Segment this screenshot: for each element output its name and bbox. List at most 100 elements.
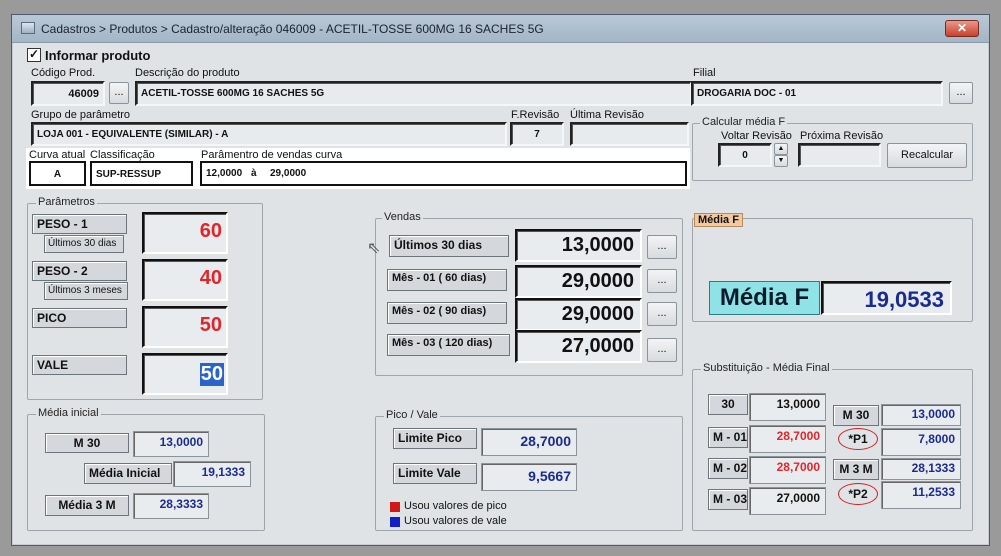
media-f-title: Média F bbox=[694, 213, 743, 227]
descricao-field[interactable]: ACETIL-TOSSE 600MG 16 SACHES 5G bbox=[135, 81, 692, 106]
spin-down-button[interactable]: ▼ bbox=[774, 155, 788, 167]
recalcular-button[interactable]: Recalcular bbox=[887, 143, 967, 168]
sub-right-value[interactable]: 7,8000 bbox=[881, 428, 961, 456]
m30-label: M 30 bbox=[45, 433, 129, 453]
media-f-label: Média F bbox=[709, 281, 820, 315]
peso1-sub: Últimos 30 dias bbox=[44, 235, 124, 253]
limite-vale-value[interactable]: 9,5667 bbox=[481, 463, 577, 491]
codigo-label: Código Prod. bbox=[31, 67, 96, 79]
media-f-value[interactable]: 19,0533 bbox=[821, 281, 952, 315]
sub-left-label: M - 02 bbox=[708, 458, 748, 479]
pico-label: PICO bbox=[32, 308, 127, 328]
close-button[interactable]: ✕ bbox=[945, 20, 979, 37]
frevisao-label: F.Revisão bbox=[511, 109, 560, 121]
media-inicial-title: Média inicial bbox=[36, 407, 101, 419]
sub-right-value[interactable]: 11,2533 bbox=[881, 481, 961, 509]
title-bar[interactable]: Cadastros > Produtos > Cadastro/alteraçã… bbox=[12, 15, 989, 43]
vendas-row-value[interactable]: 13,0000 bbox=[515, 229, 642, 262]
sub-left-value[interactable]: 28,7000 bbox=[749, 425, 826, 453]
pico-value[interactable]: 50 bbox=[142, 306, 228, 348]
ultima-revisao-field[interactable] bbox=[570, 122, 689, 146]
limite-vale-label: Limite Vale bbox=[393, 463, 477, 484]
m30-value[interactable]: 13,0000 bbox=[133, 431, 209, 457]
vale-value[interactable]: 50 bbox=[199, 363, 224, 386]
vale-legend-label: Usou valores de vale bbox=[404, 515, 507, 527]
classificacao-field[interactable]: SUP-RESSUP bbox=[90, 161, 193, 186]
descricao-label: Descrição do produto bbox=[135, 67, 240, 79]
filial-field[interactable]: DROGARIA DOC - 01 bbox=[691, 81, 943, 106]
vendas-title: Vendas bbox=[382, 211, 423, 223]
peso2-label: PESO - 2 bbox=[32, 261, 127, 281]
filial-lookup-button[interactable]: ... bbox=[949, 82, 973, 104]
app-icon bbox=[21, 22, 35, 34]
sub-left-value[interactable]: 13,0000 bbox=[749, 393, 826, 421]
main-window: Cadastros > Produtos > Cadastro/alteraçã… bbox=[11, 14, 990, 546]
media3m-value[interactable]: 28,3333 bbox=[133, 493, 209, 519]
vendas-row-label: Mês - 03 ( 120 dias) bbox=[387, 334, 510, 356]
cursor-icon: ⇖ bbox=[367, 240, 381, 257]
proxima-revisao-field[interactable] bbox=[798, 143, 881, 167]
pico-legend-swatch bbox=[390, 502, 400, 512]
calcular-media-title: Calcular média F bbox=[700, 116, 788, 128]
vendas-row-value[interactable]: 29,0000 bbox=[515, 298, 642, 331]
curva-atual-field[interactable]: A bbox=[29, 161, 86, 186]
frevisao-field[interactable]: 7 bbox=[510, 122, 564, 146]
sub-right-label: M 30 bbox=[833, 405, 879, 426]
peso1-label: PESO - 1 bbox=[32, 214, 127, 234]
sub-left-label: 30 bbox=[708, 394, 748, 415]
vendas-row-button[interactable]: ... bbox=[647, 338, 677, 362]
vendas-row-value[interactable]: 27,0000 bbox=[515, 330, 642, 363]
vale-label: VALE bbox=[32, 355, 127, 375]
vendas-row-button[interactable]: ... bbox=[647, 235, 677, 259]
grupo-label: Grupo de parâmetro bbox=[31, 109, 131, 121]
voltar-revisao-field[interactable]: 0 bbox=[718, 143, 772, 167]
vendas-row-label: Mês - 02 ( 90 dias) bbox=[387, 302, 507, 324]
peso2-value[interactable]: 40 bbox=[142, 259, 228, 301]
sub-right-label: M 3 M bbox=[833, 459, 879, 480]
param-curva-field: 12,0000 à 29,0000 bbox=[200, 161, 687, 186]
voltar-revisao-label: Voltar Revisão bbox=[721, 130, 792, 142]
sub-left-value[interactable]: 28,7000 bbox=[749, 456, 826, 484]
peso1-value[interactable]: 60 bbox=[142, 212, 228, 254]
codigo-field[interactable]: 46009 bbox=[31, 81, 105, 106]
vale-value-box[interactable]: 50 bbox=[142, 353, 228, 395]
pico-vale-title: Pico / Vale bbox=[384, 409, 440, 421]
param-curva-label: Parâmentro de vendas curva bbox=[201, 149, 343, 161]
param-curva-separator: à bbox=[251, 168, 257, 179]
informar-produto-label: Informar produto bbox=[45, 48, 151, 63]
sub-right-value[interactable]: 13,0000 bbox=[881, 404, 961, 426]
vendas-row-label: Últimos 30 dias bbox=[389, 235, 509, 257]
window-title: Cadastros > Produtos > Cadastro/alteraçã… bbox=[41, 22, 544, 36]
vendas-row-button[interactable]: ... bbox=[647, 269, 677, 293]
check-icon: ✓ bbox=[29, 47, 40, 61]
sub-right-label: *P1 bbox=[838, 428, 878, 450]
proxima-revisao-label: Próxima Revisão bbox=[800, 130, 884, 142]
sub-right-label: *P2 bbox=[838, 483, 878, 505]
media-inicial-label: Média Inicial bbox=[84, 463, 172, 484]
informar-produto-checkbox[interactable]: ✓ bbox=[27, 47, 41, 62]
grupo-field[interactable]: LOJA 001 - EQUIVALENTE (SIMILAR) - A bbox=[31, 122, 507, 146]
parametros-title: Parâmetros bbox=[36, 196, 97, 208]
sub-left-value[interactable]: 27,0000 bbox=[749, 487, 826, 515]
peso2-sub: Últimos 3 meses bbox=[44, 282, 128, 300]
curva-atual-label: Curva atual bbox=[29, 149, 86, 161]
vendas-row-label: Mês - 01 ( 60 dias) bbox=[387, 269, 507, 291]
sub-left-label: M - 01 bbox=[708, 427, 748, 448]
vendas-row-button[interactable]: ... bbox=[647, 302, 677, 326]
vale-legend-swatch bbox=[390, 517, 400, 527]
param-curva-to[interactable]: 29,0000 bbox=[270, 168, 306, 179]
ultima-revisao-label: Última Revisão bbox=[570, 109, 644, 121]
sub-right-value[interactable]: 28,1333 bbox=[881, 458, 961, 480]
pico-legend-label: Usou valores de pico bbox=[404, 500, 507, 512]
codigo-lookup-button[interactable]: ... bbox=[109, 82, 129, 104]
spin-up-button[interactable]: ▲ bbox=[774, 143, 788, 155]
filial-label: Filial bbox=[693, 67, 716, 79]
media3m-label: Média 3 M bbox=[45, 495, 129, 516]
substituicao-title: Substituição - Média Final bbox=[701, 362, 832, 374]
vendas-row-value[interactable]: 29,0000 bbox=[515, 265, 642, 298]
param-curva-from[interactable]: 12,0000 bbox=[206, 168, 242, 179]
media-inicial-value[interactable]: 19,1333 bbox=[173, 461, 251, 487]
limite-pico-label: Limite Pico bbox=[393, 428, 477, 449]
sub-left-label: M - 03 bbox=[708, 489, 748, 510]
limite-pico-value[interactable]: 28,7000 bbox=[481, 428, 577, 456]
